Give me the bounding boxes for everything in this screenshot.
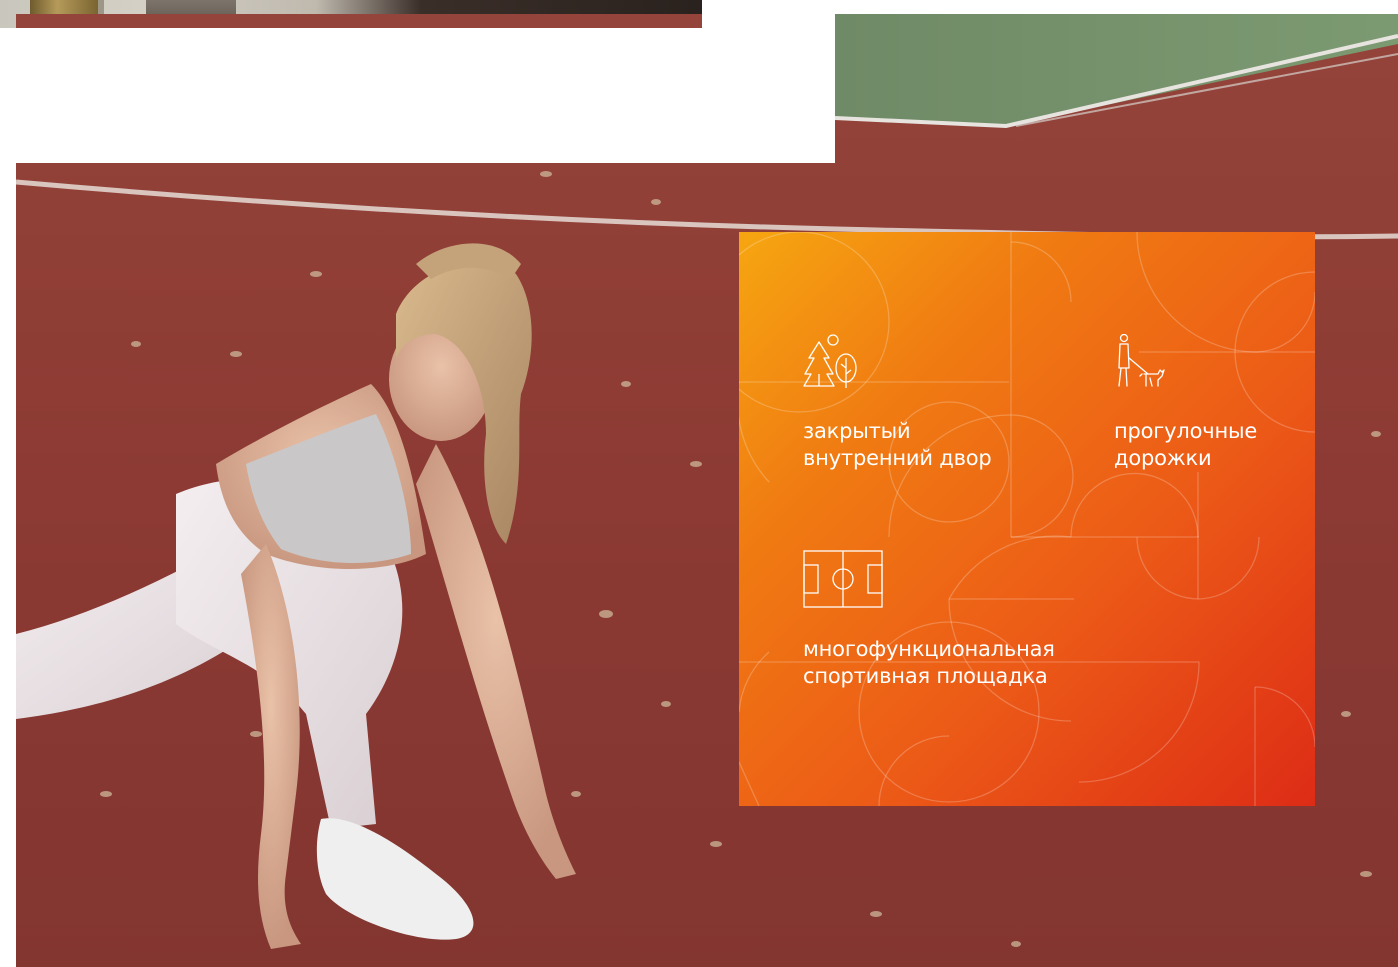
feature-sports-ground: многофункциональная спортивная площадка — [803, 550, 1055, 690]
feature-label: закрытый внутренний двор — [803, 419, 992, 470]
page: закрытый внутренний двор прогулочные дор… — [0, 0, 1398, 967]
trees-icon — [803, 334, 857, 388]
white-panel-top — [702, 0, 835, 28]
feature-label: многофункциональная спортивная площадка — [803, 637, 1055, 688]
feature-closed-yard: закрытый внутренний двор — [803, 334, 992, 472]
walking-dog-icon — [1118, 334, 1165, 387]
sports-field-icon — [803, 550, 883, 608]
white-panel — [0, 28, 835, 163]
geometric-pattern — [739, 232, 1315, 806]
feature-walking-paths: прогулочные дорожки — [1114, 334, 1257, 472]
amenities-card: закрытый внутренний двор прогулочные дор… — [739, 232, 1315, 806]
feature-label: прогулочные дорожки — [1114, 419, 1258, 470]
white-panel-top-right — [835, 0, 1398, 14]
